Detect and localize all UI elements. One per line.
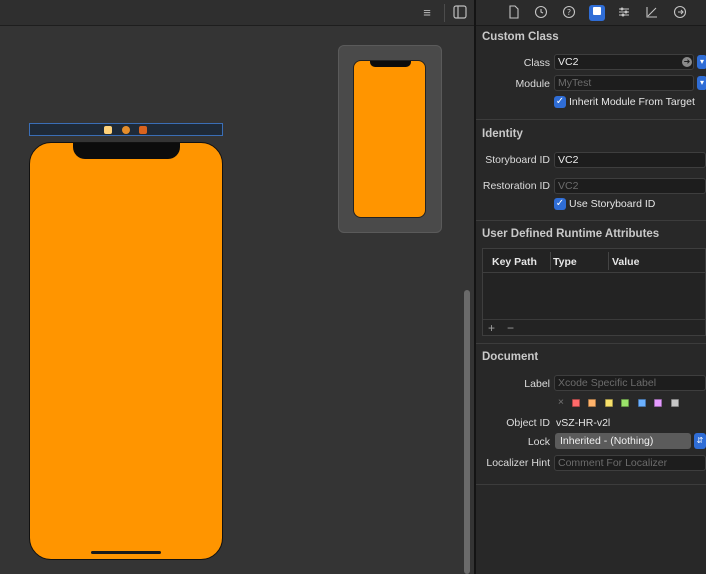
label-color-purple[interactable] bbox=[654, 399, 662, 407]
module-dropdown-button[interactable]: ▾ bbox=[697, 76, 706, 90]
canvas-scrollbar[interactable] bbox=[464, 290, 470, 574]
first-responder-icon[interactable] bbox=[122, 126, 130, 134]
label-color-gray[interactable] bbox=[671, 399, 679, 407]
clear-color-icon[interactable]: × bbox=[556, 396, 566, 408]
table-footer: + − bbox=[483, 319, 706, 335]
canvas-toolbar: ≡ bbox=[0, 0, 474, 26]
lock-label: Lock bbox=[527, 436, 550, 448]
use-storyboard-id-checkbox[interactable]: ✓ bbox=[554, 198, 566, 210]
class-go-icon[interactable]: ➜ bbox=[682, 57, 692, 67]
scene-dock[interactable] bbox=[29, 123, 223, 136]
class-label: Class bbox=[523, 57, 550, 69]
label-color-red[interactable] bbox=[572, 399, 580, 407]
list-icon[interactable]: ≡ bbox=[418, 5, 436, 21]
scene-preview-card[interactable] bbox=[338, 45, 442, 233]
localizer-hint-field[interactable]: Comment For Localizer bbox=[554, 455, 706, 471]
history-icon[interactable] bbox=[533, 5, 549, 21]
doc-label-label: Label bbox=[524, 378, 550, 390]
toolbar-divider bbox=[444, 4, 445, 22]
section-divider bbox=[476, 343, 706, 344]
connections-icon[interactable] bbox=[672, 5, 688, 21]
lock-select-arrows[interactable]: ⇵ bbox=[694, 433, 706, 449]
class-dropdown-button[interactable]: ▾ bbox=[697, 55, 706, 69]
column-divider bbox=[608, 252, 609, 270]
object-id-value: vSZ-HR-v2l bbox=[556, 417, 611, 429]
label-color-yellow[interactable] bbox=[605, 399, 613, 407]
remove-attribute-button[interactable]: − bbox=[507, 321, 514, 335]
section-divider bbox=[476, 220, 706, 221]
runtime-attributes-table[interactable]: Key Path Type Value + − bbox=[482, 248, 706, 336]
identity-title: Identity bbox=[482, 128, 523, 140]
inherit-module-checkbox[interactable]: ✓ bbox=[554, 96, 566, 108]
section-divider bbox=[476, 119, 706, 120]
localizer-hint-label: Localizer Hint bbox=[486, 457, 550, 469]
section-divider bbox=[476, 484, 706, 485]
file-icon[interactable] bbox=[506, 5, 522, 21]
inherit-module-label: Inherit Module From Target bbox=[569, 96, 695, 108]
module-field[interactable]: MyTest bbox=[554, 75, 694, 91]
home-indicator bbox=[91, 551, 161, 554]
object-id-label: Object ID bbox=[506, 417, 550, 429]
doc-label-field[interactable]: Xcode Specific Label bbox=[554, 375, 706, 391]
label-color-orange[interactable] bbox=[588, 399, 596, 407]
module-label: Module bbox=[515, 78, 550, 90]
identity-inspector: ? Custom Class Class VC2 ➜ ▾ Module MyTe… bbox=[476, 0, 706, 574]
inspector-toggle-icon[interactable] bbox=[451, 5, 469, 21]
view-controller-scene[interactable] bbox=[29, 142, 223, 560]
help-icon[interactable]: ? bbox=[561, 5, 577, 21]
table-header: Key Path Type Value bbox=[483, 249, 706, 273]
runtime-attributes-title: User Defined Runtime Attributes bbox=[482, 228, 660, 240]
use-storyboard-id-label: Use Storyboard ID bbox=[569, 198, 656, 210]
svg-text:?: ? bbox=[567, 8, 571, 17]
custom-class-title: Custom Class bbox=[482, 31, 559, 43]
attributes-icon[interactable] bbox=[616, 5, 632, 21]
scene-preview-phone bbox=[353, 60, 426, 218]
class-field[interactable]: VC2 bbox=[554, 54, 694, 70]
xcode-window: ≡ ? Custom Class Class VC2 ➜ ▾ Module My… bbox=[0, 0, 706, 574]
label-color-blue[interactable] bbox=[638, 399, 646, 407]
label-color-green[interactable] bbox=[621, 399, 629, 407]
size-icon[interactable] bbox=[644, 5, 660, 21]
inspector-tabs: ? bbox=[476, 0, 706, 26]
type-column[interactable]: Type bbox=[553, 256, 577, 268]
view-controller-icon[interactable] bbox=[104, 126, 112, 134]
key-path-column[interactable]: Key Path bbox=[492, 256, 537, 268]
column-divider bbox=[550, 252, 551, 270]
lock-select[interactable]: Inherited - (Nothing) bbox=[555, 433, 691, 449]
storyboard-id-label: Storyboard ID bbox=[485, 154, 550, 166]
exit-icon[interactable] bbox=[139, 126, 147, 134]
preview-notch bbox=[370, 61, 411, 67]
restoration-id-field[interactable]: VC2 bbox=[554, 178, 706, 194]
storyboard-id-field[interactable]: VC2 bbox=[554, 152, 706, 168]
identity-icon[interactable] bbox=[589, 5, 605, 21]
storyboard-canvas[interactable]: ≡ bbox=[0, 0, 474, 574]
device-notch bbox=[73, 143, 180, 159]
document-title: Document bbox=[482, 351, 539, 363]
value-column[interactable]: Value bbox=[612, 256, 639, 268]
add-attribute-button[interactable]: + bbox=[488, 321, 495, 335]
restoration-id-label: Restoration ID bbox=[482, 180, 550, 192]
